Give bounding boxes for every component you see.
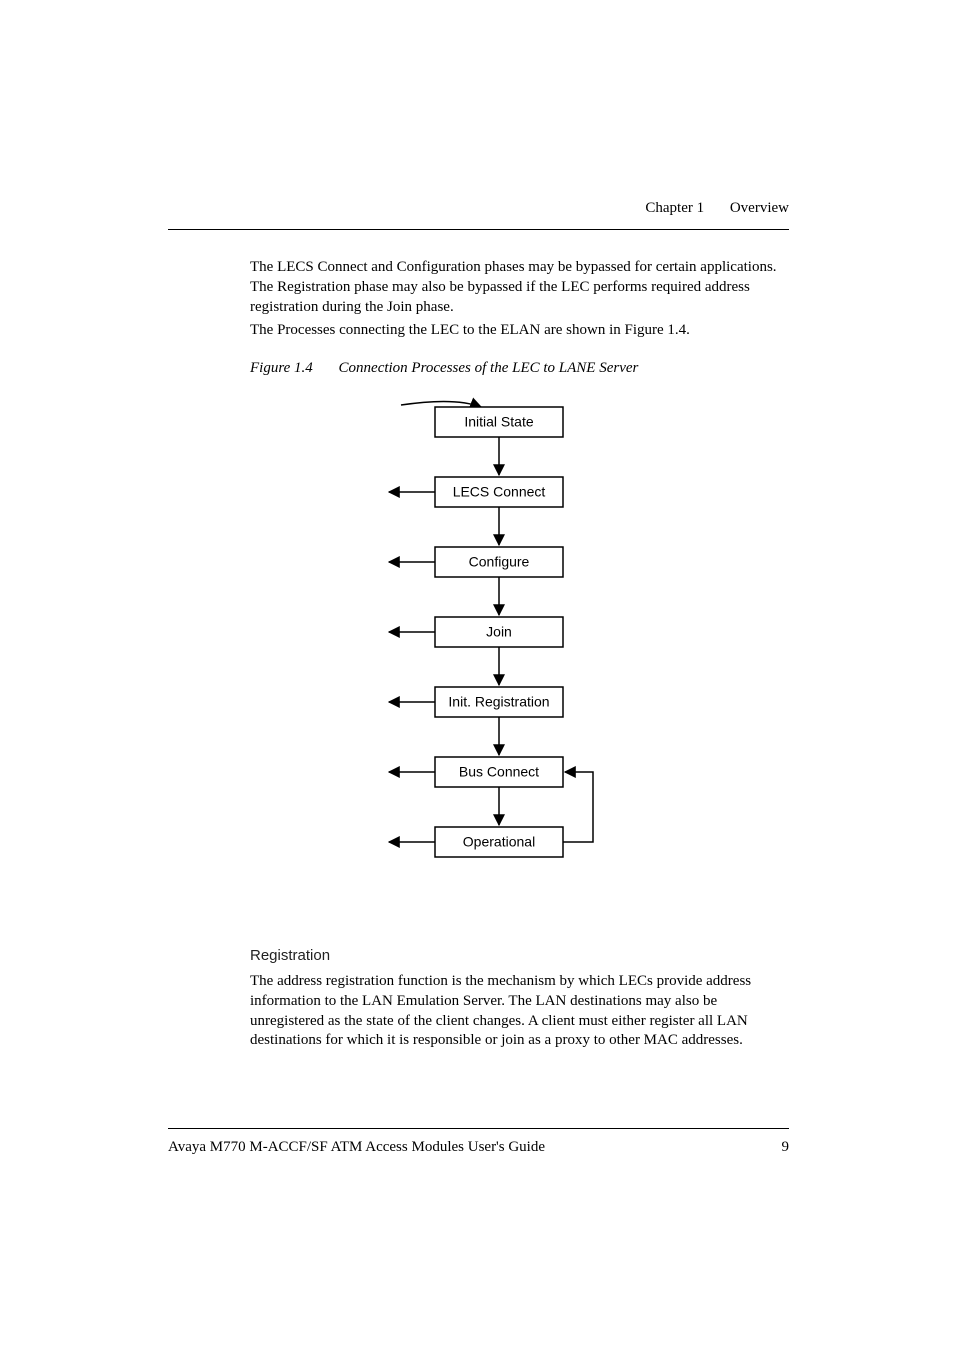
figure-label: Figure 1.4 [250, 360, 313, 376]
page-footer: Avaya M770 M-ACCF/SF ATM Access Modules … [168, 1128, 789, 1156]
flow-label-lecs: LECS Connect [452, 484, 545, 500]
flow-label-bus: Bus Connect [458, 764, 538, 780]
figure-caption: Figure 1.4 Connection Processes of the L… [250, 359, 789, 379]
body-text-block: The LECS Connect and Configuration phase… [250, 258, 789, 379]
flow-backedge-right [563, 772, 593, 842]
figure-caption-text: Connection Processes of the LEC to LANE … [339, 360, 639, 376]
flow-label-join: Join [486, 624, 512, 640]
flow-label-initreg: Init. Registration [448, 694, 549, 710]
footer-rule [168, 1128, 789, 1129]
flow-label-operational: Operational [462, 834, 534, 850]
flow-label-configure: Configure [468, 554, 529, 570]
footer-doc-title: Avaya M770 M-ACCF/SF ATM Access Modules … [168, 1139, 545, 1156]
chapter-title: Overview [730, 200, 789, 216]
flowchart-svg: Initial State LECS Connect Configure Join In… [319, 397, 639, 907]
flow-label-initial: Initial State [464, 414, 533, 430]
paragraph-1: The LECS Connect and Configuration phase… [250, 258, 789, 317]
registration-paragraph: The address registration function is the… [250, 972, 789, 1051]
section-body: The address registration function is the… [250, 972, 789, 1051]
page-header: Chapter 1 Overview [168, 200, 789, 217]
header-rule [168, 229, 789, 230]
chapter-label: Chapter 1 [645, 200, 704, 216]
flowchart-diagram: Initial State LECS Connect Configure Join In… [168, 397, 789, 907]
footer-page-number: 9 [782, 1139, 790, 1156]
section-heading-registration: Registration [250, 947, 789, 964]
paragraph-2: The Processes connecting the LEC to the … [250, 321, 789, 341]
